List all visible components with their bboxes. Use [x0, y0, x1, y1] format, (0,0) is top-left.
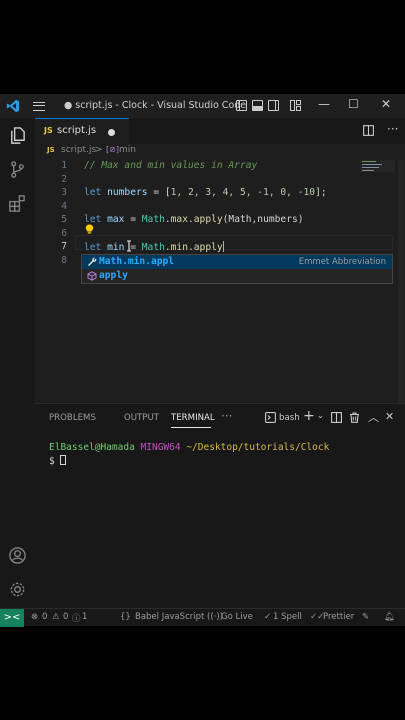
suggestion-label: Math.min.appl: [99, 256, 175, 267]
notifications-bell-icon[interactable]: 🔔︎: [384, 612, 395, 622]
maximize-button[interactable]: ☐: [348, 97, 359, 111]
active-tab-underline: [171, 427, 211, 428]
go-live-button[interactable]: Go Live: [221, 612, 253, 622]
panel-more-icon[interactable]: ···: [221, 409, 232, 423]
vscode-logo-icon: [6, 99, 20, 113]
tab-script-js[interactable]: JS script.js: [35, 118, 129, 144]
tab-problems[interactable]: PROBLEMS: [49, 413, 96, 423]
close-button[interactable]: ✕: [381, 97, 391, 111]
bottom-panel: PROBLEMS OUTPUT TERMINAL ··· bash + ⌄ ︿ …: [35, 403, 405, 608]
tab-terminal[interactable]: TERMINAL: [171, 413, 215, 423]
terminal-input-line[interactable]: $: [49, 455, 67, 467]
prettier-button[interactable]: Prettier: [323, 612, 354, 622]
code-line-3: let numbers = [1, 2, 3, 4, 5, -1, 0, -10…: [84, 187, 327, 198]
unsaved-dot-icon[interactable]: [108, 129, 115, 136]
warning-count[interactable]: 0: [63, 612, 68, 622]
line-number: 1: [61, 160, 67, 171]
variable-symbol-icon: [⊘]: [106, 145, 119, 154]
info-icon[interactable]: ⓘ: [72, 612, 81, 624]
maximize-panel-icon[interactable]: ︿: [368, 409, 379, 425]
breadcrumb-file[interactable]: script.js: [61, 145, 96, 155]
code-line-5: let max = Math.max.apply(Math,numbers): [84, 214, 304, 225]
toggle-sidebar-icon[interactable]: [236, 100, 247, 111]
suggestion-item[interactable]: apply: [82, 269, 392, 283]
source-control-icon[interactable]: [8, 160, 27, 179]
menu-icon[interactable]: [33, 102, 45, 111]
trash-icon[interactable]: [349, 412, 360, 423]
split-terminal-icon[interactable]: [331, 412, 342, 423]
suggestion-widget: Math.min.appl Emmet Abbreviation apply: [81, 254, 393, 284]
account-icon[interactable]: [8, 546, 27, 565]
tab-label: script.js: [57, 125, 97, 136]
breadcrumb-js-icon: JS: [47, 146, 55, 154]
title-bar: ● script.js - Clock - Visual Studio Code…: [0, 94, 405, 118]
chevron-down-icon[interactable]: ⌄: [317, 411, 324, 420]
breadcrumb-symbol[interactable]: min: [119, 145, 136, 155]
vscode-window: ● script.js - Clock - Visual Studio Code…: [0, 94, 405, 627]
terminal-shell-label[interactable]: bash: [279, 413, 300, 423]
breadcrumb: JS script.js > [⊘] min: [35, 144, 405, 160]
editor-tabs: JS script.js ···: [35, 118, 405, 144]
info-count[interactable]: 1: [82, 612, 87, 622]
suggestion-detail: Emmet Abbreviation: [298, 257, 386, 267]
suggestion-label: apply: [99, 270, 128, 281]
window-title: ● script.js - Clock - Visual Studio Code: [64, 100, 247, 111]
lightbulb-icon[interactable]: [85, 224, 94, 235]
line-number: 8: [61, 255, 67, 266]
status-bar: >< ⊗ 0 ⚠ 0 ⓘ 1 {} Babel JavaScript ((·))…: [0, 608, 405, 627]
code-editor[interactable]: 1 2 3 4 5 6 7 8 // Max and min values in…: [35, 160, 405, 403]
language-mode[interactable]: Babel JavaScript: [135, 612, 204, 622]
terminal-prompt-line: ElBassel@Hamada MINGW64 ~/Desktop/tutori…: [49, 442, 330, 453]
spell-check[interactable]: 1 Spell: [273, 612, 302, 622]
tab-output[interactable]: OUTPUT: [124, 413, 159, 423]
toggle-secondary-sidebar-icon[interactable]: [268, 100, 279, 111]
code-line-7: let min = Math.min.apply: [84, 241, 224, 253]
error-count[interactable]: 0: [42, 612, 47, 622]
terminal-cursor: [60, 455, 67, 465]
braces-icon: {}: [120, 612, 131, 622]
settings-gear-icon[interactable]: [8, 580, 27, 599]
error-icon[interactable]: ⊗: [31, 612, 38, 622]
close-panel-icon[interactable]: ✕: [385, 410, 394, 423]
customize-layout-icon[interactable]: [290, 100, 301, 111]
check-icon: ✓: [264, 612, 272, 622]
code-line-1: // Max and min values in Array: [84, 160, 258, 171]
new-terminal-icon[interactable]: +: [303, 408, 315, 424]
breadcrumb-separator: >: [95, 145, 103, 155]
text-cursor: [222, 241, 224, 252]
editor-scrollbar[interactable]: [398, 160, 404, 403]
line-number: 5: [61, 214, 67, 225]
activity-bar: [0, 118, 35, 608]
method-cube-icon: [87, 271, 97, 281]
more-actions-icon[interactable]: ···: [387, 122, 398, 136]
remote-indicator-icon[interactable]: ><: [0, 609, 24, 627]
split-editor-icon[interactable]: [363, 125, 374, 136]
line-number: 6: [61, 228, 67, 239]
toggle-panel-icon[interactable]: [252, 100, 263, 111]
line-number: 4: [61, 201, 67, 212]
wrench-icon: [88, 257, 97, 266]
terminal-icon[interactable]: [265, 412, 276, 423]
suggestion-item[interactable]: Math.min.appl Emmet Abbreviation: [82, 255, 392, 269]
explorer-icon[interactable]: [8, 126, 27, 145]
mouse-ibeam-cursor-icon: [127, 240, 131, 252]
minimap[interactable]: [360, 160, 395, 172]
line-number: 3: [61, 187, 67, 198]
line-number: 7: [61, 241, 67, 252]
javascript-file-icon: JS: [44, 126, 53, 135]
feedback-icon[interactable]: ✎: [362, 612, 369, 622]
extensions-icon[interactable]: [8, 194, 27, 213]
line-number: 2: [61, 174, 67, 185]
minimize-button[interactable]: —: [318, 97, 330, 111]
warning-icon[interactable]: ⚠: [52, 612, 60, 622]
